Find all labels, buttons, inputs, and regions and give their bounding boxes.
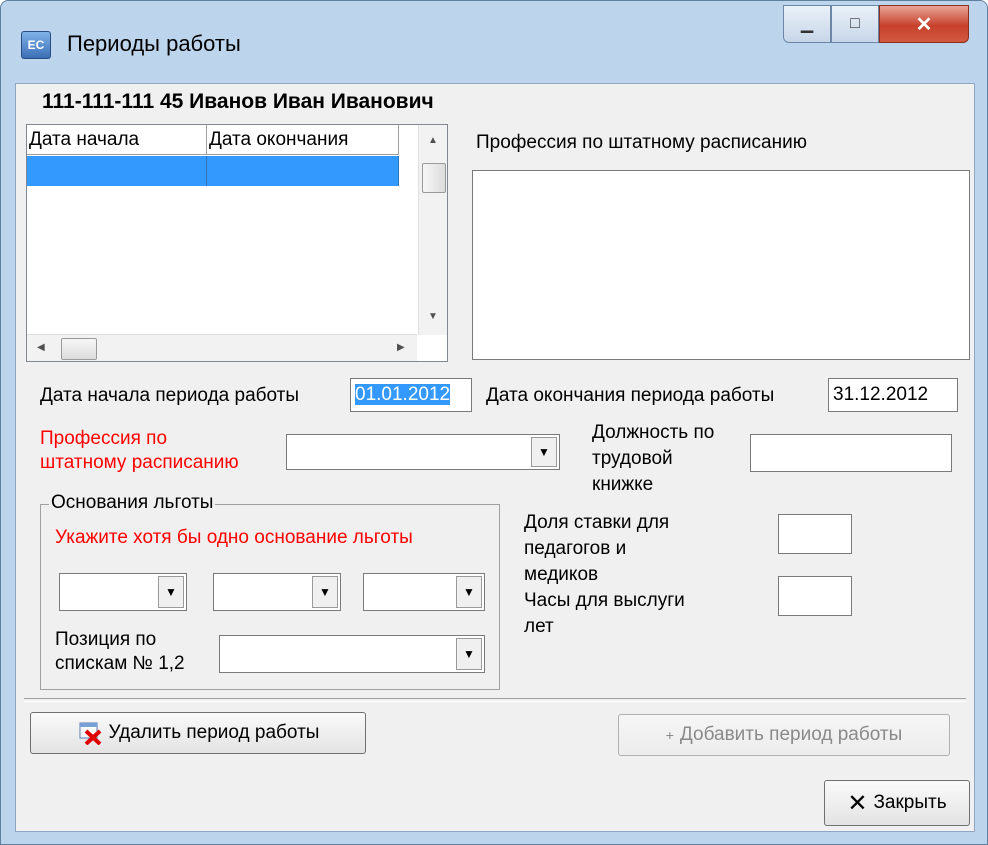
share-label-line1: Доля ставки для [524,512,670,533]
close-window-button[interactable]: ✕ [879,5,969,43]
delete-period-button[interactable]: Удалить период работы [30,712,366,754]
chevron-down-icon[interactable]: ▼ [531,437,557,467]
maximize-button[interactable]: □ [831,5,879,43]
scroll-left-icon[interactable]: ◀ [37,342,45,353]
person-header: 111-111-111 45 Иванов Иван Иванович [42,90,434,113]
button-divider [24,698,966,702]
chevron-down-icon[interactable]: ▼ [158,576,184,608]
delete-period-label: Удалить период работы [108,722,320,743]
scroll-up-icon[interactable]: ▲ [428,135,438,146]
vertical-scrollbar[interactable]: ▲ ▼ [418,125,447,335]
window-title: Периоды работы [67,31,241,56]
table-row[interactable] [27,156,399,186]
position-field[interactable] [750,434,952,472]
benefit-basis-group: Основания льготы Укажите хотя бы одно ос… [40,492,500,690]
periods-grid[interactable]: Дата начала Дата окончания ▲ ▼ ◀ ▶ [26,124,448,362]
periods-window: ЕС Периоды работы ▁ □ ✕ 111-111-111 45 И… [0,0,988,845]
title-bar[interactable]: ЕС Периоды работы ▁ □ ✕ [1,1,987,83]
horizontal-scrollbar[interactable]: ◀ ▶ [27,334,417,361]
hours-label-line2: лет [524,616,554,637]
window-controls: ▁ □ ✕ [783,5,969,43]
chevron-down-icon[interactable]: ▼ [456,638,482,670]
rate-share-field[interactable] [778,514,852,554]
share-label-line3: медиков [524,564,599,585]
chevron-down-icon[interactable]: ▼ [456,576,482,608]
share-label-line2: педагогов и [524,538,627,559]
doc-with-red-x-icon [79,722,101,745]
plus-icon: + [665,727,674,743]
close-icon: ✕ [847,789,868,817]
start-date-value: 01.01.2012 [355,384,451,405]
position-label-line2: трудовой [592,448,673,469]
list-position-label-line1: Позиция по [55,629,157,650]
end-date-field[interactable]: 31.12.2012 [828,378,958,412]
minimize-button[interactable]: ▁ [783,5,831,43]
benefit-basis-select-2[interactable]: ▼ [213,573,341,611]
add-period-label: Добавить период работы [679,724,903,745]
hours-label-line1: Часы для выслуги [524,590,685,611]
cell-end-date[interactable] [207,156,399,186]
benefit-basis-select-3[interactable]: ▼ [363,573,485,611]
chevron-down-icon[interactable]: ▼ [312,576,338,608]
app-icon: ЕС [21,31,51,59]
start-date-label: Дата начала периода работы [40,385,300,406]
vertical-scroll-thumb[interactable] [422,163,446,193]
profession-list-label: Профессия по штатному расписанию [476,132,807,153]
benefit-basis-select-1[interactable]: ▼ [59,573,187,611]
grid-header: Дата начала Дата окончания [27,125,399,155]
horizontal-scroll-thumb[interactable] [61,338,97,360]
column-end-date[interactable]: Дата окончания [207,125,399,155]
list-position-label-line2: спискам № 1,2 [55,653,185,674]
add-period-button[interactable]: + Добавить период работы [618,714,950,756]
position-label-line1: Должность по [592,422,715,443]
list-position-select[interactable]: ▼ [219,635,485,673]
profession-list-box[interactable] [472,170,970,360]
client-area: 111-111-111 45 Иванов Иван Иванович Дата… [15,83,975,832]
profession-select[interactable]: ▼ [286,434,560,470]
benefit-warning: Укажите хотя бы одно основание льготы [55,527,413,548]
benefit-basis-title: Основания льготы [49,492,216,514]
end-date-label: Дата окончания периода работы [486,385,775,406]
position-label-line3: книжке [592,474,654,495]
profession-label-line2: штатному расписанию [40,452,239,473]
start-date-field[interactable]: 01.01.2012 [350,378,472,412]
scroll-down-icon[interactable]: ▼ [428,311,438,322]
service-hours-field[interactable] [778,576,852,616]
scroll-right-icon[interactable]: ▶ [397,342,405,353]
profession-label-line1: Профессия по [40,428,168,449]
close-button[interactable]: ✕ Закрыть [824,780,970,826]
cell-start-date[interactable] [27,156,207,186]
close-label: Закрыть [873,792,947,813]
column-start-date[interactable]: Дата начала [27,125,207,155]
